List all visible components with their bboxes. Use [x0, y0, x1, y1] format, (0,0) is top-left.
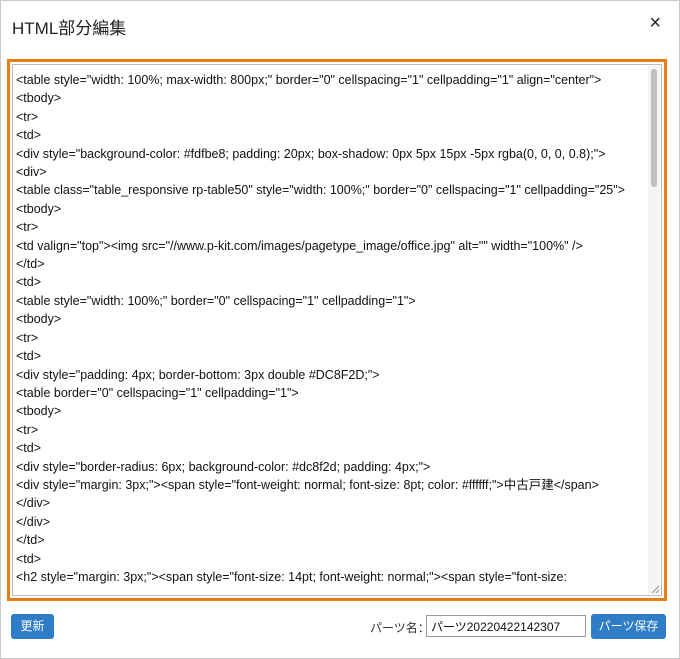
editor-scrollbar[interactable] [648, 66, 660, 594]
code-line[interactable]: <table style="width: 100%;" border="0" c… [16, 292, 645, 310]
code-line[interactable]: <div style="padding: 4px; border-bottom:… [16, 366, 645, 384]
code-line[interactable]: <div style="background-color: #fdfbe8; p… [16, 145, 645, 163]
code-line[interactable]: <td> [16, 347, 645, 365]
code-line[interactable]: </div> [16, 494, 645, 512]
code-line[interactable]: <div style="border-radius: 6px; backgrou… [16, 458, 645, 476]
code-line[interactable]: <table class="table_responsive rp-table5… [16, 181, 645, 199]
code-line[interactable]: <td> [16, 126, 645, 144]
code-line[interactable]: <div style="margin: 3px;"><span style="f… [16, 476, 645, 494]
scrollbar-thumb[interactable] [651, 69, 657, 187]
code-line[interactable]: <div> [16, 163, 645, 181]
code-line[interactable]: <tr> [16, 218, 645, 236]
code-line[interactable]: <td> [16, 550, 645, 568]
code-line[interactable]: <tbody> [16, 402, 645, 420]
code-line[interactable]: <td> [16, 273, 645, 291]
code-line[interactable]: </div> [16, 513, 645, 531]
code-line[interactable]: </td> [16, 255, 645, 273]
html-code-editor[interactable]: <table style="width: 100%; max-width: 80… [12, 64, 662, 596]
code-line[interactable]: <tr> [16, 108, 645, 126]
dialog-title: HTML部分編集 [12, 19, 127, 38]
code-line[interactable]: <tbody> [16, 200, 645, 218]
parts-name-input[interactable] [426, 615, 586, 637]
code-line[interactable]: <tr> [16, 329, 645, 347]
resize-handle-icon[interactable] [650, 584, 660, 594]
code-line[interactable]: </td> [16, 531, 645, 549]
code-line[interactable]: <tbody> [16, 89, 645, 107]
code-line[interactable]: <tbody> [16, 310, 645, 328]
code-line[interactable]: <h2 style="margin: 3px;"><span style="fo… [16, 568, 645, 586]
code-line[interactable]: <td> [16, 439, 645, 457]
code-line[interactable]: <table style="width: 100%; max-width: 80… [16, 71, 645, 89]
code-content[interactable]: <table style="width: 100%; max-width: 80… [16, 71, 645, 586]
editor-focus-frame: <table style="width: 100%; max-width: 80… [7, 59, 667, 601]
code-line[interactable]: <td valign="top"><img src="//www.p-kit.c… [16, 237, 645, 255]
update-button[interactable]: 更新 [11, 614, 54, 639]
code-line[interactable]: <table border="0" cellspacing="1" cellpa… [16, 384, 645, 402]
save-parts-button[interactable]: パーツ保存 [591, 614, 666, 639]
code-line[interactable]: <tr> [16, 421, 645, 439]
close-icon[interactable]: × [649, 12, 661, 34]
parts-name-label: パーツ名： [370, 621, 430, 635]
html-edit-dialog: HTML部分編集 × <table style="width: 100%; ma… [0, 0, 680, 659]
